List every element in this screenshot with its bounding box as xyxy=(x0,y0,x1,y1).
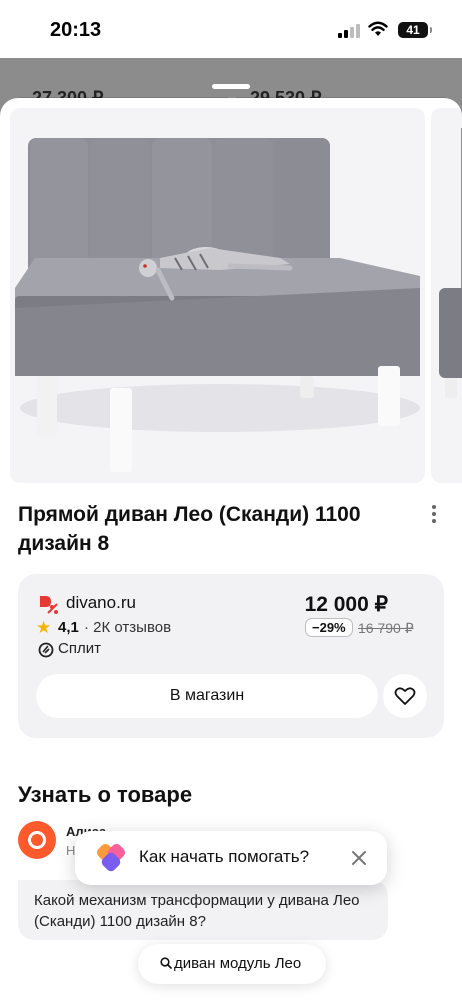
search-chip-label: диван модуль Лео xyxy=(174,955,302,972)
favorite-button[interactable] xyxy=(383,674,427,718)
shop-reviews[interactable]: · 2К отзывов xyxy=(84,619,171,636)
shop-rating: 4,1 xyxy=(58,619,79,636)
assistant-subtitle: Н xyxy=(66,843,76,858)
product-sheet: Прямой диван Лео (Сканди) 1100 дизайн 8 … xyxy=(0,98,462,1000)
product-photo[interactable] xyxy=(10,108,425,483)
shop-logo-icon xyxy=(40,596,58,614)
question-bubble[interactable]: Какой механизм трансформации у дивана Ле… xyxy=(18,880,388,940)
sheet-grabber[interactable] xyxy=(212,84,250,89)
toast-text[interactable]: Как начать помогать? xyxy=(139,847,309,867)
current-price: 12 000 ₽ xyxy=(304,593,388,616)
status-bar: 20:13 41 xyxy=(0,0,462,58)
signal-icon xyxy=(338,24,360,38)
shop-name[interactable]: divano.ru xyxy=(66,593,136,613)
product-photo-next[interactable] xyxy=(431,108,462,483)
old-price: 16 790 ₽ xyxy=(358,620,414,636)
go-to-shop-button[interactable]: В магазин xyxy=(36,674,378,718)
discount-badge: −29% xyxy=(305,618,353,637)
more-options-icon[interactable] xyxy=(424,502,444,526)
alice-avatar xyxy=(18,821,56,859)
search-icon xyxy=(160,957,172,969)
help-toast[interactable]: Как начать помогать? xyxy=(75,831,387,885)
status-time: 20:13 xyxy=(50,19,102,41)
sofa-image xyxy=(15,138,420,472)
section-title: Узнать о товаре xyxy=(18,782,193,807)
offer-card[interactable]: divano.ru ★ 4,1 · 2К отзывов Сплит 12 00… xyxy=(18,574,444,738)
star-icon: ★ xyxy=(36,618,52,637)
close-icon[interactable] xyxy=(351,850,367,866)
wifi-icon xyxy=(368,21,388,36)
product-gallery[interactable] xyxy=(10,108,462,483)
help-logo-icon xyxy=(96,843,126,872)
split-label: Сплит xyxy=(58,640,101,657)
split-icon xyxy=(38,642,54,658)
battery-icon: 41 xyxy=(398,22,432,38)
product-title: Прямой диван Лео (Сканди) 1100 дизайн 8 xyxy=(18,503,361,555)
search-chip[interactable]: диван модуль Лео xyxy=(138,944,326,984)
heart-icon xyxy=(394,687,416,705)
sofa-image-next xyxy=(439,128,462,398)
